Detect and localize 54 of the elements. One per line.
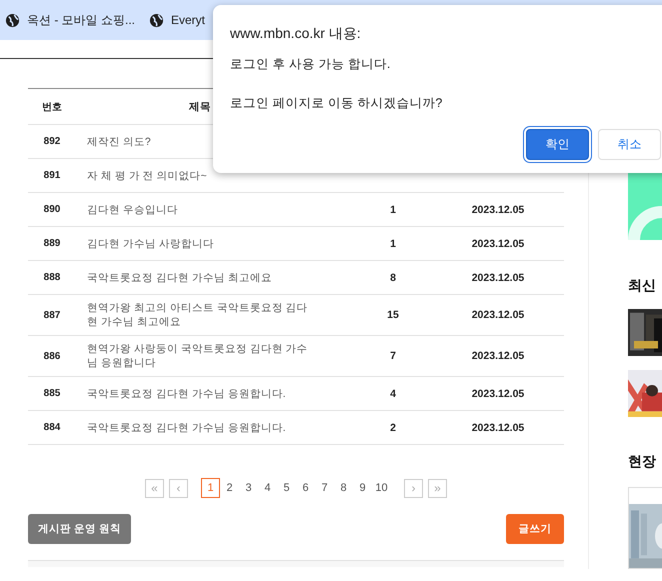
page-link[interactable]: 5: [277, 478, 296, 498]
post-title[interactable]: 현역가왕 최고의 아티스트 국악트롯요정 김다현 가수님 최고에요: [87, 301, 314, 329]
page-link[interactable]: 10: [372, 478, 391, 498]
globe-icon: [149, 12, 164, 28]
post-number: 887: [42, 310, 62, 320]
dialog-title: www.mbn.co.kr 내용:: [230, 25, 361, 43]
column-header: 제목: [189, 100, 211, 112]
dialog-message: 로그인 페이지로 이동 하시겠습니까?: [230, 95, 442, 112]
post-number: 884: [42, 422, 62, 433]
confirm-button[interactable]: 확인: [526, 129, 589, 160]
post-date: 2023.12.05: [472, 422, 524, 434]
view-count: 1: [390, 238, 396, 250]
column-header: 번호: [41, 100, 63, 114]
page-link[interactable]: 6: [296, 478, 315, 498]
post-title[interactable]: 국악트롯요정 김다현 가수님 응원합니다.: [87, 386, 314, 400]
page-link[interactable]: 9: [353, 478, 372, 498]
post-title[interactable]: 자 체 평 가 전 의미없다~: [87, 168, 314, 182]
post-date: 2023.12.05: [472, 272, 524, 284]
post-date: 2023.12.05: [472, 238, 524, 250]
dialog-message: 로그인 후 사용 가능 합니다.: [230, 56, 390, 73]
view-count: 1: [390, 204, 396, 216]
bookmark[interactable]: Everyt: [149, 12, 206, 28]
page-link[interactable]: 4: [258, 478, 277, 498]
post-date: 2023.12.05: [472, 388, 524, 400]
post-date: 2023.12.05: [472, 350, 524, 362]
post-title[interactable]: 국악트롯요정 김다현 가수님 응원합니다.: [87, 420, 314, 434]
view-count: 8: [390, 272, 396, 284]
page-link[interactable]: 3: [239, 478, 258, 498]
section-heading: 최신: [628, 277, 657, 295]
view-count: 2: [390, 422, 396, 434]
page-link[interactable]: 2: [220, 478, 239, 498]
post-title[interactable]: 김다현 우승입니다: [87, 202, 314, 216]
post-title[interactable]: 현역가왕 사랑둥이 국악트롯요정 김다현 가수님 응원합니다: [87, 342, 314, 370]
page-link[interactable]: 8: [334, 478, 353, 498]
post-date: 2023.12.05: [472, 309, 524, 321]
post-number: 889: [42, 238, 62, 249]
view-count: 7: [390, 350, 396, 362]
post-number: 886: [42, 350, 62, 362]
page-link[interactable]: 7: [315, 478, 334, 498]
section-heading: 현장: [628, 453, 657, 471]
rules-button[interactable]: 게시판 운영 원칙: [28, 514, 131, 544]
post-number: 885: [42, 388, 62, 399]
view-count: 15: [387, 309, 399, 321]
cancel-button[interactable]: 취소: [598, 129, 661, 160]
bookmark[interactable]: 옥션 - 모바일 쇼핑...: [5, 12, 135, 28]
post-title[interactable]: 김다현 가수님 사랑합니다: [87, 236, 314, 250]
post-date: 2023.12.05: [472, 204, 524, 216]
view-count: 4: [390, 388, 396, 400]
post-number: 888: [42, 272, 62, 283]
globe-icon: [5, 12, 20, 28]
post-title[interactable]: 국악트롯요정 김다현 가수님 최고에요: [87, 270, 314, 284]
post-number: 890: [42, 204, 62, 215]
post-number: 891: [42, 170, 62, 181]
post-number: 892: [42, 136, 62, 147]
